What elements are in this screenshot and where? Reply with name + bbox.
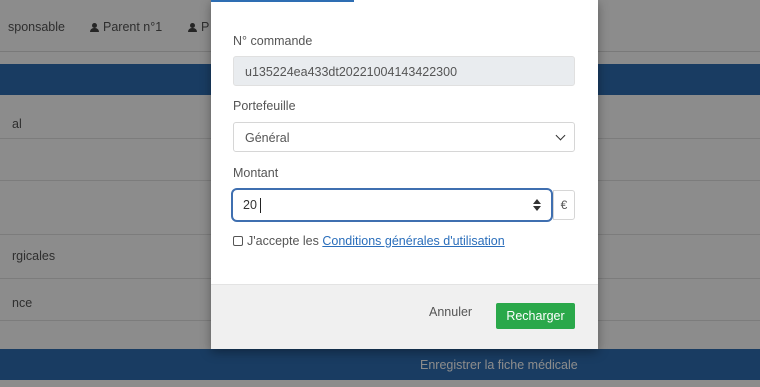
- number-spinner-icon[interactable]: [533, 198, 541, 212]
- text-cursor: [260, 198, 261, 213]
- order-number-value: u135224ea433dt20221004143422300: [245, 65, 458, 79]
- amount-value: 20: [243, 198, 257, 212]
- amount-input[interactable]: 20: [231, 188, 553, 222]
- cancel-button[interactable]: Annuler: [429, 305, 472, 319]
- order-number-label: N° commande: [233, 34, 313, 48]
- terms-checkbox[interactable]: [233, 236, 243, 246]
- terms-link[interactable]: Conditions générales d'utilisation: [322, 234, 504, 248]
- currency-addon: €: [553, 190, 575, 220]
- recharge-button[interactable]: Recharger: [496, 303, 575, 329]
- order-number-field: u135224ea433dt20221004143422300: [233, 56, 575, 86]
- wallet-select[interactable]: Général: [233, 122, 575, 152]
- modal-footer: Annuler Recharger: [211, 284, 598, 349]
- recharge-modal: N° commande u135224ea433dt20221004143422…: [211, 0, 598, 349]
- wallet-label: Portefeuille: [233, 99, 296, 113]
- terms-prefix: J'accepte les: [247, 234, 323, 248]
- wallet-selected-value: Général: [245, 131, 290, 145]
- amount-label: Montant: [233, 166, 279, 180]
- terms-row: J'accepte les Conditions générales d'uti…: [233, 234, 505, 248]
- modal-tab-indicator: [211, 0, 354, 2]
- chevron-down-icon: [555, 130, 566, 141]
